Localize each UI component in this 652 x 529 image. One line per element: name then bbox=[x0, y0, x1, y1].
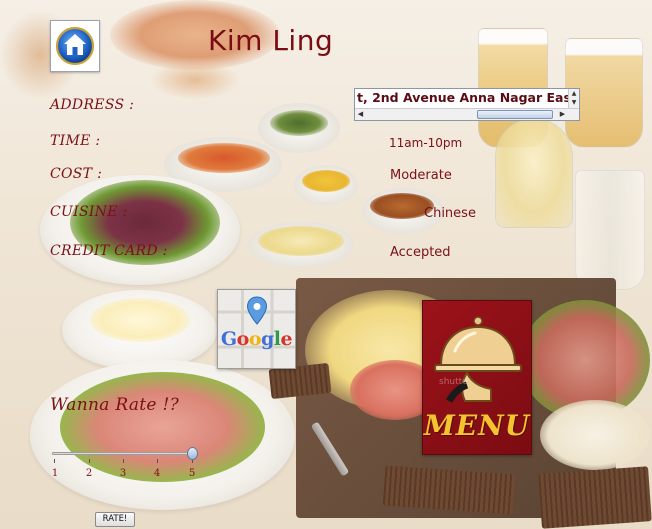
slider-tick bbox=[54, 459, 55, 463]
cloche-icon bbox=[434, 316, 522, 403]
address-horizontal-scrollbar[interactable]: ◀ ▶ bbox=[355, 108, 579, 120]
cost-value: Moderate bbox=[390, 168, 452, 183]
restaurant-window: Kim Ling ADDRESS : TIME : COST : CUISINE… bbox=[0, 0, 652, 529]
google-letter: l bbox=[273, 328, 281, 350]
rating-tick-label: 1 bbox=[51, 468, 59, 479]
scroll-right-icon[interactable]: ▶ bbox=[557, 109, 568, 120]
rating-tick-label: 3 bbox=[119, 468, 127, 479]
google-maps-button[interactable]: Google bbox=[217, 289, 296, 369]
slider-tick bbox=[123, 459, 124, 463]
address-label: ADDRESS : bbox=[50, 97, 135, 113]
rating-tick-label: 2 bbox=[85, 468, 93, 479]
map-pin-icon bbox=[246, 296, 268, 325]
restaurant-name: Kim Ling bbox=[208, 24, 334, 57]
credit-card-label: CREDIT CARD : bbox=[50, 243, 168, 259]
scroll-up-icon[interactable]: ▲ bbox=[569, 89, 579, 98]
address-value: t, 2nd Avenue Anna Nagar East bbox=[357, 90, 577, 105]
rating-tick-label: 4 bbox=[153, 468, 161, 479]
menu-button[interactable]: shutte MENU bbox=[422, 300, 532, 455]
slider-track[interactable] bbox=[52, 452, 196, 455]
rating-slider[interactable]: 1 2 3 4 5 bbox=[50, 442, 200, 482]
google-letter: G bbox=[220, 328, 237, 350]
slider-tick bbox=[89, 459, 90, 463]
scroll-left-icon[interactable]: ◀ bbox=[355, 109, 366, 120]
rate-prompt: Wanna Rate !? bbox=[50, 395, 180, 415]
menu-watermark: shutte bbox=[439, 377, 468, 387]
time-label: TIME : bbox=[50, 133, 101, 149]
home-icon bbox=[55, 26, 95, 66]
home-button[interactable] bbox=[50, 20, 100, 72]
google-logo: Google bbox=[218, 328, 295, 350]
google-letter: o bbox=[236, 328, 250, 350]
rate-button[interactable]: RATE! bbox=[95, 512, 135, 527]
credit-card-value: Accepted bbox=[390, 245, 451, 260]
google-letter: e bbox=[280, 328, 293, 350]
cost-label: COST : bbox=[50, 166, 103, 182]
google-letter: o bbox=[248, 328, 262, 350]
google-letter: g bbox=[261, 328, 274, 350]
slider-thumb[interactable] bbox=[187, 447, 198, 460]
scroll-down-icon[interactable]: ▼ bbox=[569, 98, 579, 107]
rating-tick-label: 5 bbox=[188, 468, 196, 479]
cuisine-label: CUISINE : bbox=[50, 204, 128, 220]
scrollbar-thumb[interactable] bbox=[477, 110, 553, 119]
address-field[interactable]: t, 2nd Avenue Anna Nagar East ▲ ▼ ◀ ▶ bbox=[354, 88, 580, 121]
slider-tick bbox=[157, 459, 158, 463]
menu-label: MENU bbox=[423, 409, 531, 442]
cuisine-value: Chinese bbox=[424, 206, 476, 221]
time-value: 11am-10pm bbox=[389, 136, 463, 150]
address-vertical-scrollbar[interactable]: ▲ ▼ bbox=[568, 89, 579, 109]
